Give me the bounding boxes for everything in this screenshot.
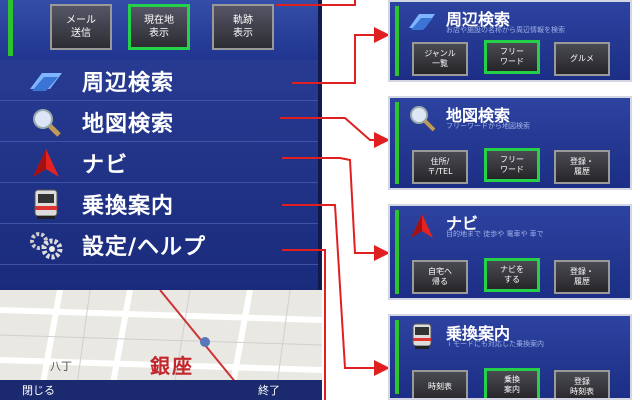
map-city-label: 銀座	[150, 354, 194, 378]
go-home-button[interactable]: 自宅へ 帰る	[412, 260, 468, 294]
gear-icon	[24, 227, 68, 263]
exit-softkey[interactable]: 終了	[258, 382, 280, 398]
menu-item-settings-help[interactable]: 設定/ヘルプ	[0, 225, 318, 265]
panel-highlight-bar	[395, 102, 399, 184]
free-word-button[interactable]: フリー ワード	[484, 40, 540, 74]
panel-navi: ナビ 目的地まで 徒歩や 電車や 車で 自宅へ 帰る ナビを する 登録・ 履歴	[388, 204, 632, 300]
panel-highlight-bar	[395, 6, 399, 76]
menu-item-transit[interactable]: 乗換案内	[0, 184, 318, 224]
panel-subtitle: ｉモードにも対応した乗換案内	[446, 340, 544, 348]
close-softkey[interactable]: 閉じる	[22, 382, 55, 398]
menu-item-label: 乗換案内	[82, 193, 175, 219]
panel-transit: 乗換案内 ｉモードにも対応した乗換案内 時刻表 乗換 案内 登録 時刻表	[388, 314, 632, 400]
gourmet-button[interactable]: グルメ	[554, 42, 610, 76]
start-navi-button[interactable]: ナビを する	[484, 258, 540, 292]
genre-list-button[interactable]: ジャンル 一覧	[412, 42, 468, 76]
menu-item-area-search[interactable]: 周辺検索	[0, 61, 318, 101]
panel-subtitle: フリーワードから地図検索	[446, 122, 530, 130]
navi-arrow-icon	[404, 210, 440, 242]
saved-timetable-button[interactable]: 登録 時刻表	[554, 370, 610, 398]
navi-arrow-icon	[24, 145, 68, 181]
saved-history-button[interactable]: 登録・ 履歴	[554, 260, 610, 294]
train-icon	[24, 186, 68, 222]
phone-screen: 八丁 銀座 メール 送信 現在地 表示 軌跡 表示 周辺検索 地図検索 ナビ 乗…	[0, 0, 322, 400]
show-location-button[interactable]: 現在地 表示	[128, 4, 190, 50]
menu-item-navi[interactable]: ナビ	[0, 143, 318, 183]
panel-area-search: 周辺検索 お店や施設の名称から周辺情報を検索 ジャンル 一覧 フリー ワード グ…	[388, 0, 632, 82]
menu-item-label: 地図検索	[82, 111, 175, 137]
panel-subtitle: 目的地まで 徒歩や 電車や 車で	[446, 230, 544, 238]
panel-highlight-bar	[395, 320, 399, 394]
address-tel-button[interactable]: 住所/ 〒/TEL	[412, 150, 468, 184]
magnifier-icon	[404, 102, 440, 134]
free-word-button[interactable]: フリー ワード	[484, 148, 540, 182]
saved-history-button[interactable]: 登録・ 履歴	[554, 150, 610, 184]
mail-send-button[interactable]: メール 送信	[50, 4, 112, 50]
transfer-guide-button[interactable]: 乗換 案内	[484, 368, 540, 398]
train-icon	[404, 320, 440, 352]
map-district-label: 八丁	[50, 360, 72, 373]
highlight-bar	[8, 0, 13, 56]
menu-item-label: 周辺検索	[82, 70, 175, 96]
panel-map-search: 地図検索 フリーワードから地図検索 住所/ 〒/TEL フリー ワード 登録・ …	[388, 96, 632, 190]
timetable-button[interactable]: 時刻表	[412, 370, 468, 398]
building-icon	[404, 6, 440, 38]
menu-item-map-search[interactable]: 地図検索	[0, 102, 318, 142]
menu-item-label: ナビ	[82, 152, 129, 178]
magnifier-icon	[24, 104, 68, 140]
show-track-button[interactable]: 軌跡 表示	[212, 4, 274, 50]
menu-item-label: 設定/ヘルプ	[82, 234, 207, 260]
building-icon	[24, 63, 68, 99]
softkey-bar: 閉じる 終了	[0, 380, 322, 400]
panel-subtitle: お店や施設の名称から周辺情報を検索	[446, 26, 565, 34]
menu-panel: メール 送信 現在地 表示 軌跡 表示 周辺検索 地図検索 ナビ 乗換案内 設定…	[0, 0, 321, 290]
panel-highlight-bar	[395, 210, 399, 294]
